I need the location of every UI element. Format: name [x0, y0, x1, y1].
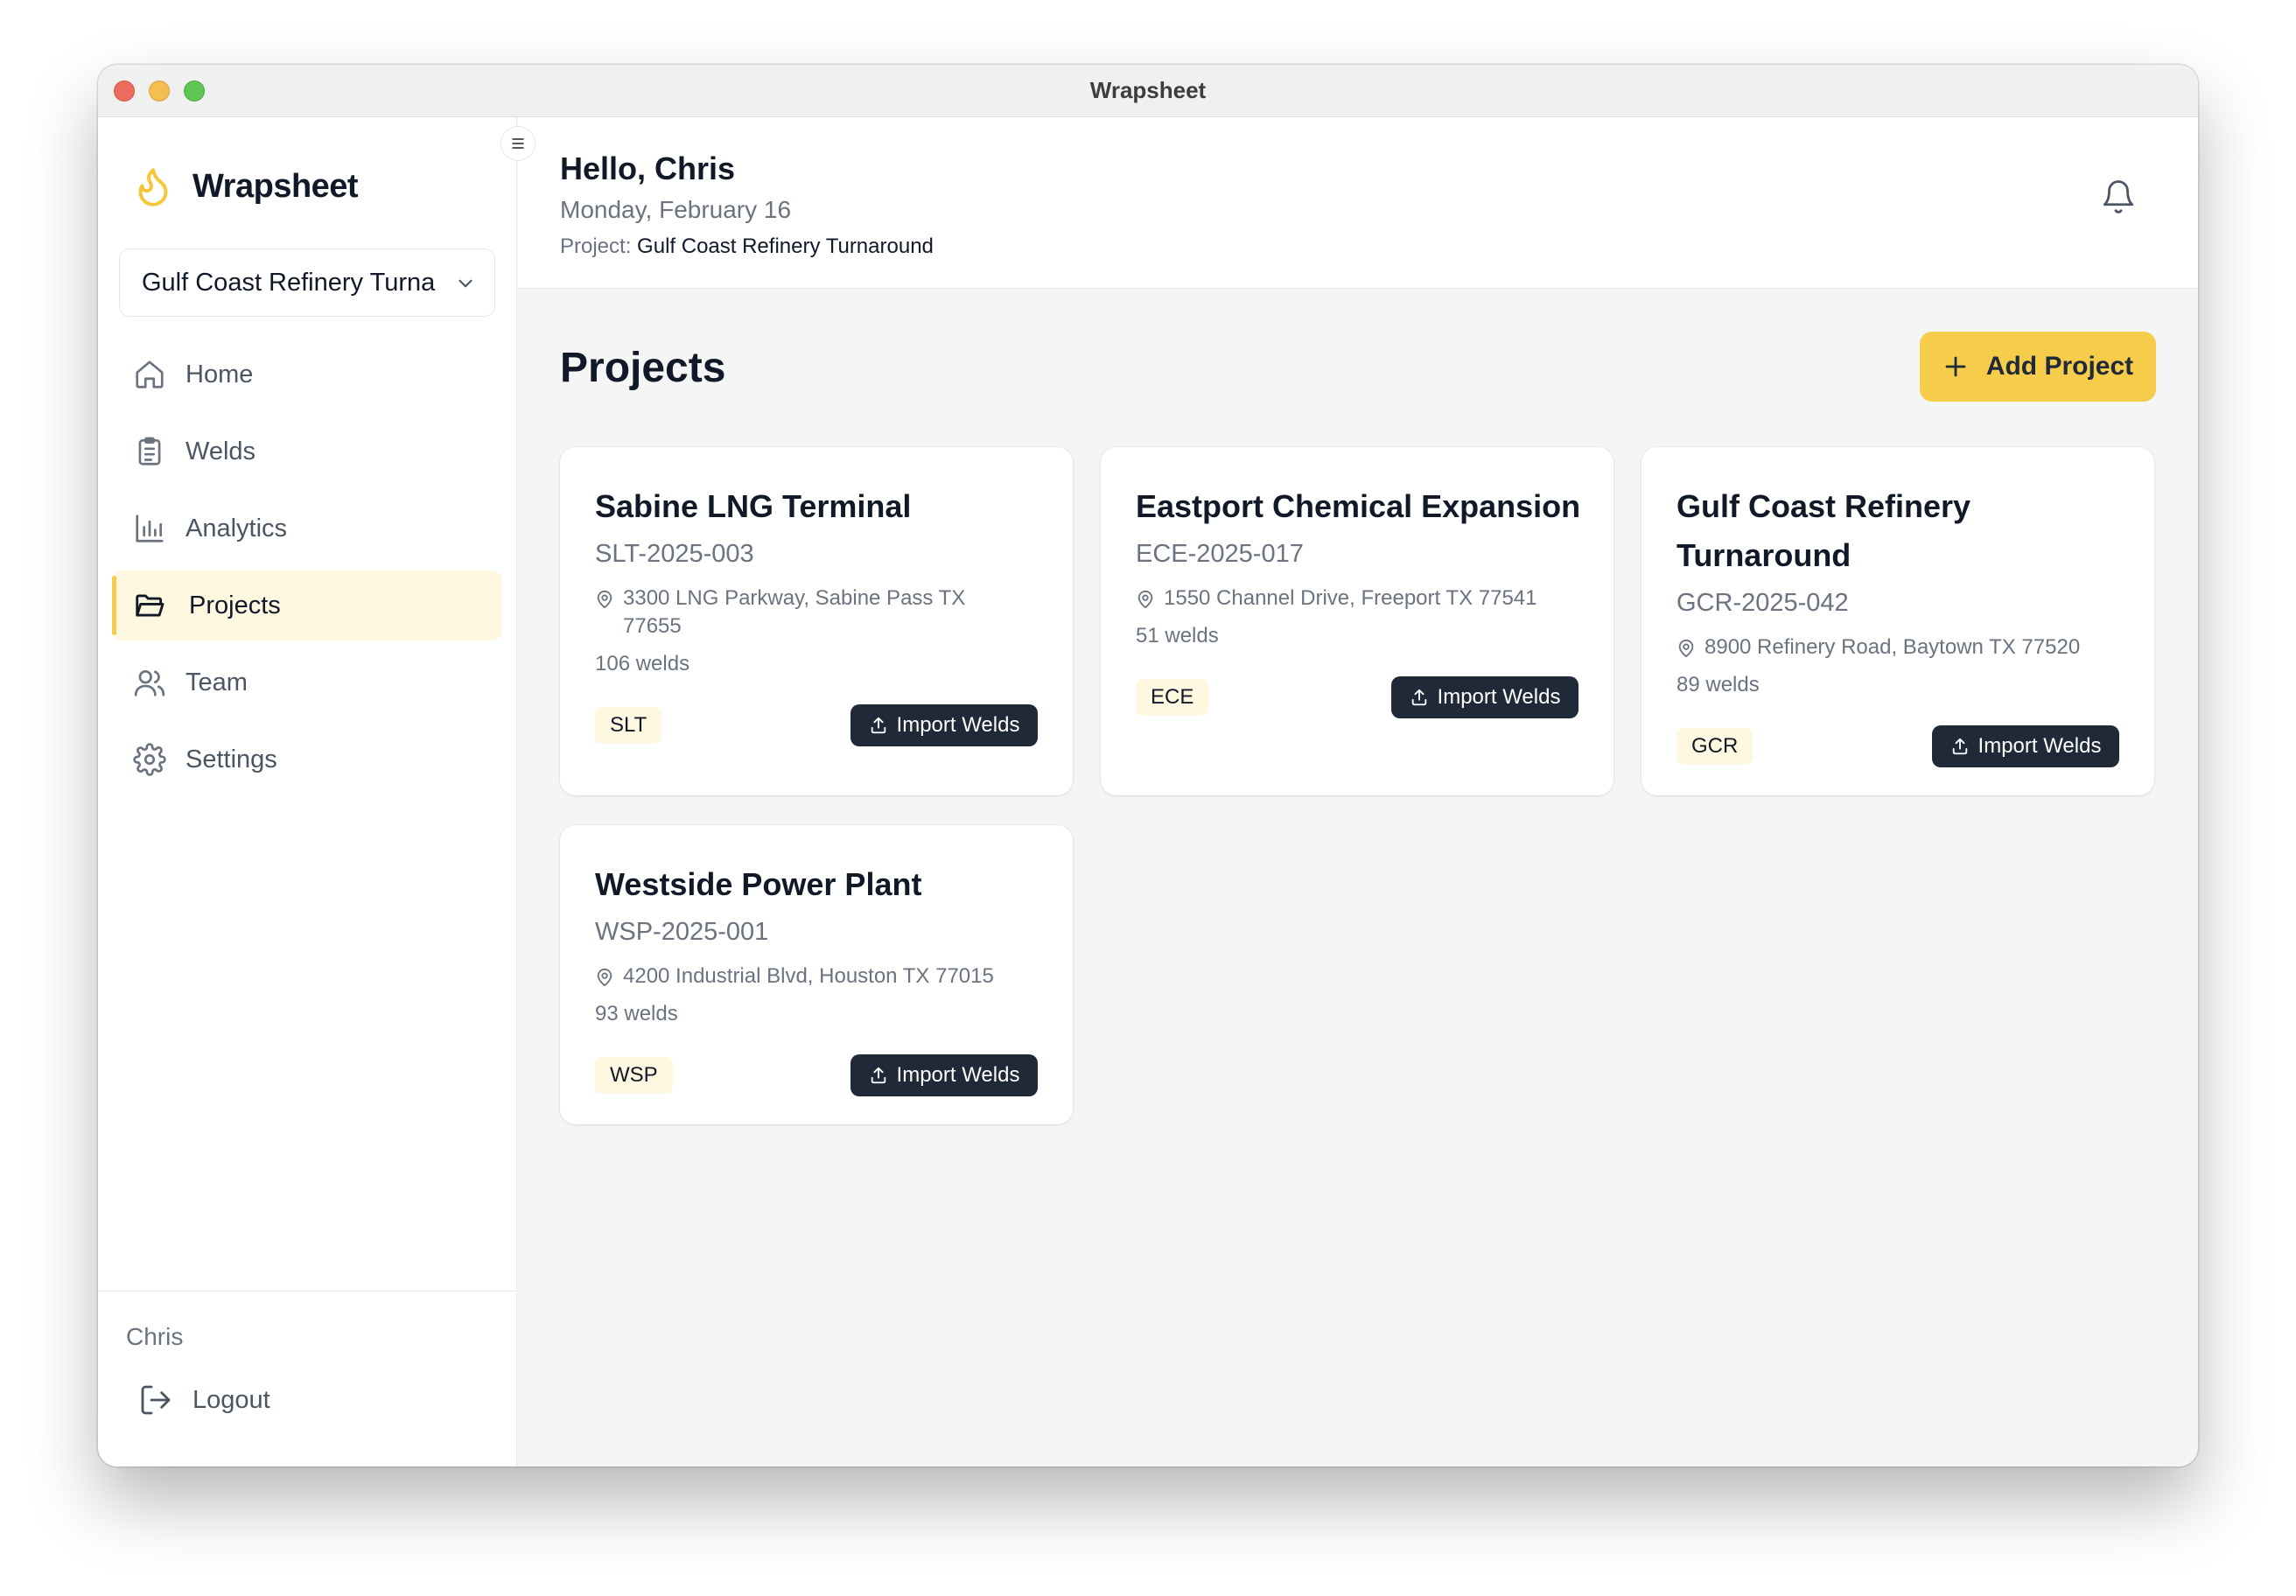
project-weld-count: 51 welds	[1136, 624, 1219, 648]
project-code: SLT-2025-003	[595, 540, 754, 568]
sidebar: Wrapsheet Gulf Coast Refinery Turna Home…	[98, 117, 517, 1466]
main-content: Projects Add Project Sabine LNG Terminal…	[518, 290, 2198, 1466]
project-address: 4200 Industrial Blvd, Houston TX 77015	[595, 962, 1041, 990]
menu-icon	[512, 138, 524, 149]
project-address-text: 4200 Industrial Blvd, Houston TX 77015	[623, 964, 994, 988]
project-name: Gulf Coast Refinery Turnaround	[1676, 488, 1971, 573]
sidebar-item-label: Home	[186, 360, 254, 388]
project-tag: GCR	[1676, 728, 1754, 765]
import-welds-label: Import Welds	[1978, 734, 2102, 758]
project-address: 3300 LNG Parkway, Sabine Pass TX 77655	[595, 584, 1006, 640]
upload-icon	[1411, 689, 1426, 706]
project-weld-count: 89 welds	[1676, 673, 1760, 696]
import-welds-button[interactable]: Import Welds	[850, 1054, 1038, 1096]
bar-chart-icon	[136, 514, 164, 542]
brand[interactable]: Wrapsheet	[131, 161, 359, 212]
sidebar-item-label: Welds	[186, 437, 256, 466]
clipboard-icon	[138, 437, 161, 466]
greeting: Hello, Chris	[560, 150, 736, 186]
gear-icon	[133, 743, 166, 776]
sidebar-item-home[interactable]: Home	[112, 340, 502, 410]
app-window: Wrapsheet Wrapsheet Gulf Coast Refinery …	[98, 65, 2198, 1466]
sidebar-item-projects[interactable]: Projects	[112, 570, 502, 640]
chevron-down-icon	[458, 279, 472, 288]
window-title: Wrapsheet	[1089, 77, 1207, 103]
project-code: WSP-2025-001	[595, 918, 769, 946]
project-address-text: 3300 LNG Parkway, Sabine Pass TX 77655	[623, 586, 966, 638]
project-tag: WSP	[595, 1057, 673, 1094]
project-name: Sabine LNG Terminal	[595, 488, 912, 524]
upload-icon	[871, 717, 886, 734]
bell-icon[interactable]	[2100, 178, 2137, 215]
import-welds-button[interactable]: Import Welds	[1932, 725, 2119, 767]
sidebar-item-settings[interactable]: Settings	[112, 724, 502, 794]
sidebar-nav: Home Welds Analytics Projects Team Setti…	[112, 340, 502, 802]
project-select-value: Gulf Coast Refinery Turna	[142, 268, 436, 297]
sidebar-item-label: Settings	[186, 745, 277, 774]
project-code: GCR-2025-042	[1676, 589, 1849, 617]
project-card[interactable]: Eastport Chemical Expansion ECE-2025-017…	[1101, 447, 1614, 795]
project-code: ECE-2025-017	[1136, 540, 1304, 568]
project-tag: ECE	[1136, 679, 1209, 716]
home-icon	[136, 360, 164, 388]
import-welds-label: Import Welds	[1437, 685, 1561, 709]
project-weld-count: 93 welds	[595, 1002, 678, 1026]
map-pin-icon	[1678, 639, 1694, 658]
project-weld-count: 106 welds	[595, 652, 690, 676]
sidebar-item-label: Analytics	[186, 514, 288, 542]
project-address-text: 1550 Channel Drive, Freeport TX 77541	[1164, 586, 1537, 610]
current-project-value: Gulf Coast Refinery Turnaround	[637, 234, 934, 258]
project-name: Westside Power Plant	[595, 866, 922, 902]
sidebar-item-label: Team	[186, 668, 248, 696]
project-card[interactable]: Gulf Coast Refinery Turnaround GCR-2025-…	[1642, 447, 2154, 795]
header: Hello, Chris Monday, February 16 Project…	[518, 117, 2198, 289]
project-address-text: 8900 Refinery Road, Baytown TX 77520	[1704, 635, 2081, 659]
sidebar-collapse-button[interactable]	[500, 126, 536, 161]
plus-icon	[1945, 356, 1966, 377]
project-name: Eastport Chemical Expansion	[1136, 488, 1581, 524]
logout-button[interactable]: Logout	[138, 1382, 270, 1418]
title-bar: Wrapsheet	[98, 65, 2198, 117]
upload-icon	[1952, 738, 1967, 755]
page-title: Projects	[560, 345, 726, 391]
brand-name: Wrapsheet	[192, 167, 359, 205]
project-card[interactable]: Sabine LNG Terminal SLT-2025-003 3300 LN…	[560, 447, 1073, 795]
map-pin-icon	[1138, 590, 1153, 609]
import-welds-label: Import Welds	[896, 713, 1020, 737]
project-address: 8900 Refinery Road, Baytown TX 77520	[1676, 634, 2123, 662]
sidebar-item-welds[interactable]: Welds	[112, 416, 502, 486]
users-icon	[134, 669, 165, 696]
project-address: 1550 Channel Drive, Freeport TX 77541	[1136, 584, 1582, 612]
sidebar-item-label: Projects	[189, 591, 281, 620]
sidebar-item-team[interactable]: Team	[112, 648, 502, 718]
user-name: Chris	[126, 1323, 184, 1350]
import-welds-button[interactable]: Import Welds	[1391, 676, 1578, 718]
project-tag: SLT	[595, 707, 662, 744]
current-date: Monday, February 16	[560, 196, 792, 223]
add-project-button[interactable]: Add Project	[1920, 332, 2156, 402]
project-card[interactable]: Westside Power Plant WSP-2025-001 4200 I…	[560, 825, 1073, 1124]
map-pin-icon	[597, 968, 612, 987]
flame-icon	[138, 168, 168, 206]
import-welds-label: Import Welds	[896, 1063, 1020, 1087]
upload-icon	[871, 1067, 886, 1084]
sidebar-item-analytics[interactable]: Analytics	[112, 494, 502, 564]
logout-label: Logout	[192, 1385, 270, 1414]
current-project: Project: Gulf Coast Refinery Turnaround	[560, 234, 934, 259]
map-pin-icon	[597, 590, 612, 609]
folder-icon	[136, 594, 164, 617]
current-project-label: Project:	[560, 234, 632, 258]
import-welds-button[interactable]: Import Welds	[850, 704, 1038, 746]
add-project-label: Add Project	[1985, 352, 2134, 381]
sidebar-footer: Chris Logout	[98, 1291, 516, 1466]
project-select[interactable]: Gulf Coast Refinery Turna	[119, 248, 495, 317]
logout-icon	[141, 1385, 171, 1415]
